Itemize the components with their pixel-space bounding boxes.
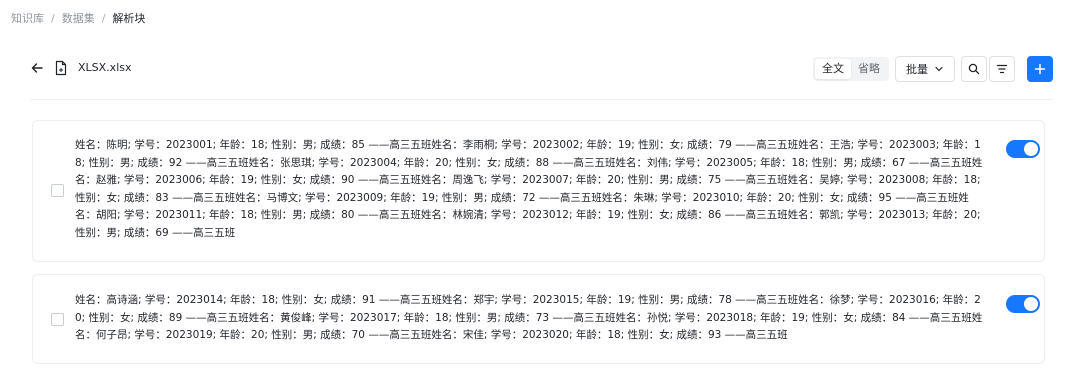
chunk-checkbox[interactable] [51,313,64,326]
view-mode-ellipsis[interactable]: 省略 [851,59,887,79]
filter-button[interactable] [989,56,1015,82]
toggle-knob [1024,297,1038,311]
breadcrumb-separator: / [101,11,106,25]
divider [30,99,1053,100]
search-icon [968,63,980,75]
file-icon [55,60,67,76]
chunk-card: 姓名：陈明; 学号：2023001; 年龄：18; 性别：男; 成绩：85 ——… [32,120,1045,262]
search-button[interactable] [961,56,987,82]
batch-label: 批量 [906,63,928,76]
filter-icon [996,64,1008,74]
plus-icon [1034,63,1046,75]
chevron-down-icon [935,66,943,72]
chunk-card: 姓名：高诗涵; 学号：2023014; 年龄：18; 性别：女; 成绩：91 —… [32,274,1045,364]
breadcrumb-separator: / [51,11,55,25]
breadcrumb-item-chunks: 解析块 [112,12,146,25]
file-name: XLSX.xlsx [78,61,132,74]
view-mode-switch: 全文 省略 [813,57,889,81]
back-arrow-icon[interactable] [30,61,44,75]
chunk-enable-toggle[interactable] [1006,295,1040,313]
chunk-checkbox[interactable] [51,184,64,197]
breadcrumb-item-knowledge-base[interactable]: 知识库 [11,10,44,26]
breadcrumb: 知识库 / 数据集 / 解析块 [11,10,145,26]
chunk-enable-toggle[interactable] [1006,140,1040,158]
breadcrumb-item-dataset[interactable]: 数据集 [62,10,95,26]
add-chunk-button[interactable] [1027,56,1053,82]
toggle-knob [1024,142,1038,156]
chunk-text[interactable]: 姓名：高诗涵; 学号：2023014; 年龄：18; 性别：女; 成绩：91 —… [75,292,983,345]
view-mode-full-text[interactable]: 全文 [815,59,851,79]
batch-dropdown[interactable]: 批量 [895,56,955,82]
toolbar: XLSX.xlsx 全文 省略 批量 [30,55,1053,83]
chunk-text[interactable]: 姓名：陈明; 学号：2023001; 年龄：18; 性别：男; 成绩：85 ——… [75,137,983,242]
